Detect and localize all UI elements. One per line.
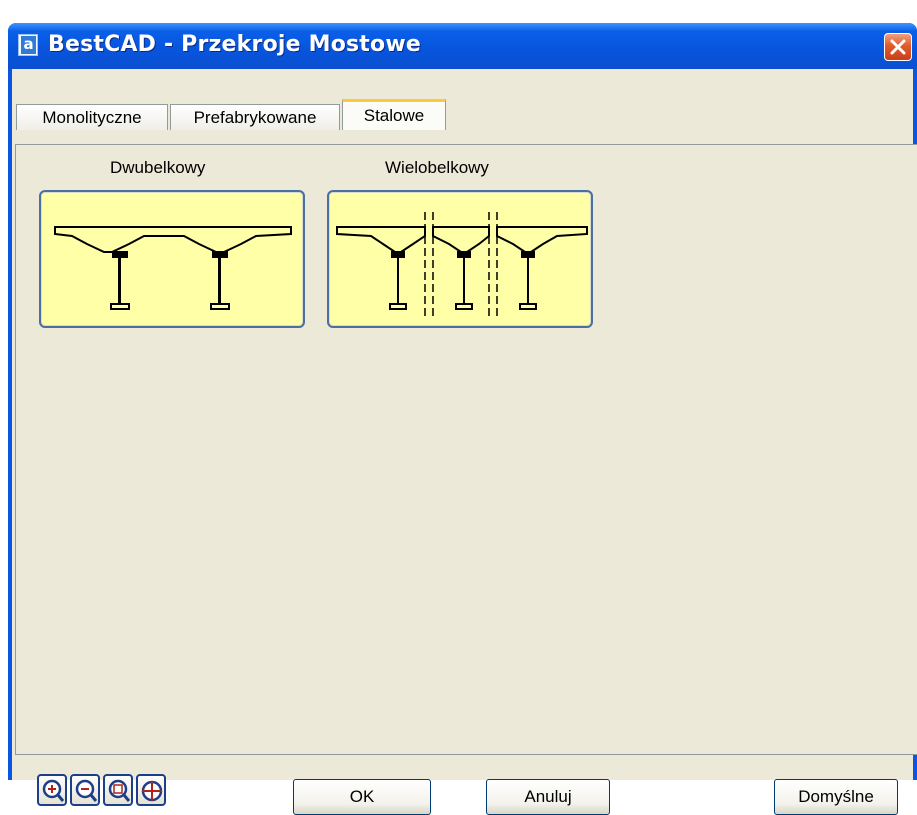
cancel-button[interactable]: Anuluj (486, 779, 610, 815)
tab-monolityczne[interactable]: Monolityczne (16, 104, 168, 130)
zoom-extents-icon (108, 779, 131, 802)
pan-icon (141, 780, 163, 802)
tab-prefabrykowane[interactable]: Prefabrykowane (170, 104, 340, 130)
app-icon: a (18, 34, 38, 56)
tab-panel-stalowe: Dwubelkowy Wielobelkowy (15, 144, 917, 755)
close-button[interactable] (884, 33, 912, 61)
zoom-out-button[interactable] (70, 774, 100, 806)
window-title: BestCAD - Przekroje Mostowe (48, 32, 421, 57)
section-label-wielobelkowy: Wielobelkowy (385, 158, 489, 177)
ok-button[interactable]: OK (293, 779, 431, 815)
multi-girder-cross-section-icon (336, 212, 588, 320)
zoom-in-icon (42, 779, 65, 802)
dialog-window: a BestCAD - Przekroje Mostowe Monolitycz… (8, 23, 917, 815)
dialog-client-area: Monolityczne Prefabrykowane Stalowe Dwub… (12, 69, 917, 815)
preview-dwubelkowy[interactable] (39, 190, 305, 328)
zoom-out-icon (75, 779, 98, 802)
twin-girder-cross-section-icon (54, 226, 292, 310)
zoom-in-button[interactable] (37, 774, 67, 806)
pan-button[interactable] (136, 774, 166, 806)
title-bar[interactable]: a BestCAD - Przekroje Mostowe (8, 23, 917, 69)
preview-wielobelkowy[interactable] (327, 190, 593, 328)
section-label-dwubelkowy: Dwubelkowy (110, 158, 206, 177)
tab-stalowe[interactable]: Stalowe (342, 99, 446, 130)
defaults-button[interactable]: Domyślne (774, 779, 898, 815)
close-icon (890, 39, 906, 55)
zoom-extents-button[interactable] (103, 774, 133, 806)
app-icon-letter: a (21, 36, 36, 54)
